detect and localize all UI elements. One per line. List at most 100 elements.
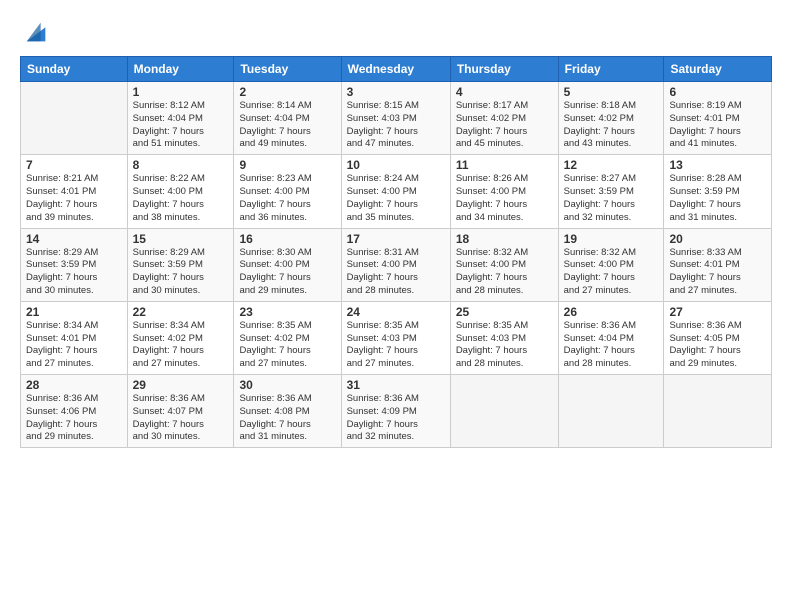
day-number: 19 bbox=[564, 232, 659, 246]
day-info: Sunrise: 8:36 AMSunset: 4:08 PMDaylight:… bbox=[239, 393, 335, 444]
calendar-cell: 1Sunrise: 8:12 AMSunset: 4:04 PMDaylight… bbox=[127, 82, 234, 155]
calendar-header-row: SundayMondayTuesdayWednesdayThursdayFrid… bbox=[21, 57, 772, 82]
day-number: 8 bbox=[133, 158, 229, 172]
calendar-cell: 20Sunrise: 8:33 AMSunset: 4:01 PMDayligh… bbox=[664, 228, 772, 301]
calendar-cell: 15Sunrise: 8:29 AMSunset: 3:59 PMDayligh… bbox=[127, 228, 234, 301]
day-number: 2 bbox=[239, 85, 335, 99]
calendar-cell: 5Sunrise: 8:18 AMSunset: 4:02 PMDaylight… bbox=[558, 82, 664, 155]
calendar-cell: 17Sunrise: 8:31 AMSunset: 4:00 PMDayligh… bbox=[341, 228, 450, 301]
day-number: 5 bbox=[564, 85, 659, 99]
day-info: Sunrise: 8:23 AMSunset: 4:00 PMDaylight:… bbox=[239, 173, 335, 224]
day-info: Sunrise: 8:12 AMSunset: 4:04 PMDaylight:… bbox=[133, 100, 229, 151]
calendar-cell: 14Sunrise: 8:29 AMSunset: 3:59 PMDayligh… bbox=[21, 228, 128, 301]
calendar-cell: 31Sunrise: 8:36 AMSunset: 4:09 PMDayligh… bbox=[341, 375, 450, 448]
day-info: Sunrise: 8:30 AMSunset: 4:00 PMDaylight:… bbox=[239, 247, 335, 298]
day-number: 7 bbox=[26, 158, 122, 172]
day-info: Sunrise: 8:36 AMSunset: 4:05 PMDaylight:… bbox=[669, 320, 766, 371]
day-number: 29 bbox=[133, 378, 229, 392]
day-number: 23 bbox=[239, 305, 335, 319]
calendar-week-row: 21Sunrise: 8:34 AMSunset: 4:01 PMDayligh… bbox=[21, 301, 772, 374]
day-number: 20 bbox=[669, 232, 766, 246]
day-info: Sunrise: 8:35 AMSunset: 4:03 PMDaylight:… bbox=[347, 320, 445, 371]
day-info: Sunrise: 8:15 AMSunset: 4:03 PMDaylight:… bbox=[347, 100, 445, 151]
calendar-cell bbox=[558, 375, 664, 448]
calendar-cell: 19Sunrise: 8:32 AMSunset: 4:00 PMDayligh… bbox=[558, 228, 664, 301]
calendar-cell: 22Sunrise: 8:34 AMSunset: 4:02 PMDayligh… bbox=[127, 301, 234, 374]
calendar-table: SundayMondayTuesdayWednesdayThursdayFrid… bbox=[20, 56, 772, 448]
day-info: Sunrise: 8:24 AMSunset: 4:00 PMDaylight:… bbox=[347, 173, 445, 224]
day-number: 10 bbox=[347, 158, 445, 172]
calendar-cell: 4Sunrise: 8:17 AMSunset: 4:02 PMDaylight… bbox=[450, 82, 558, 155]
day-number: 13 bbox=[669, 158, 766, 172]
day-number: 15 bbox=[133, 232, 229, 246]
day-info: Sunrise: 8:35 AMSunset: 4:03 PMDaylight:… bbox=[456, 320, 553, 371]
calendar-header-wednesday: Wednesday bbox=[341, 57, 450, 82]
day-number: 31 bbox=[347, 378, 445, 392]
calendar-cell: 7Sunrise: 8:21 AMSunset: 4:01 PMDaylight… bbox=[21, 155, 128, 228]
day-number: 24 bbox=[347, 305, 445, 319]
calendar-cell bbox=[664, 375, 772, 448]
day-number: 27 bbox=[669, 305, 766, 319]
calendar-week-row: 28Sunrise: 8:36 AMSunset: 4:06 PMDayligh… bbox=[21, 375, 772, 448]
day-info: Sunrise: 8:18 AMSunset: 4:02 PMDaylight:… bbox=[564, 100, 659, 151]
header bbox=[20, 18, 772, 46]
day-number: 4 bbox=[456, 85, 553, 99]
day-info: Sunrise: 8:34 AMSunset: 4:01 PMDaylight:… bbox=[26, 320, 122, 371]
logo-icon bbox=[22, 18, 50, 46]
day-info: Sunrise: 8:29 AMSunset: 3:59 PMDaylight:… bbox=[26, 247, 122, 298]
day-info: Sunrise: 8:32 AMSunset: 4:00 PMDaylight:… bbox=[456, 247, 553, 298]
calendar-cell: 23Sunrise: 8:35 AMSunset: 4:02 PMDayligh… bbox=[234, 301, 341, 374]
day-info: Sunrise: 8:35 AMSunset: 4:02 PMDaylight:… bbox=[239, 320, 335, 371]
day-info: Sunrise: 8:36 AMSunset: 4:09 PMDaylight:… bbox=[347, 393, 445, 444]
calendar-week-row: 7Sunrise: 8:21 AMSunset: 4:01 PMDaylight… bbox=[21, 155, 772, 228]
calendar-cell: 29Sunrise: 8:36 AMSunset: 4:07 PMDayligh… bbox=[127, 375, 234, 448]
day-number: 26 bbox=[564, 305, 659, 319]
day-number: 25 bbox=[456, 305, 553, 319]
calendar-cell: 27Sunrise: 8:36 AMSunset: 4:05 PMDayligh… bbox=[664, 301, 772, 374]
calendar-header-monday: Monday bbox=[127, 57, 234, 82]
calendar-cell: 24Sunrise: 8:35 AMSunset: 4:03 PMDayligh… bbox=[341, 301, 450, 374]
day-number: 28 bbox=[26, 378, 122, 392]
day-number: 3 bbox=[347, 85, 445, 99]
calendar-cell: 18Sunrise: 8:32 AMSunset: 4:00 PMDayligh… bbox=[450, 228, 558, 301]
day-info: Sunrise: 8:27 AMSunset: 3:59 PMDaylight:… bbox=[564, 173, 659, 224]
day-number: 22 bbox=[133, 305, 229, 319]
day-info: Sunrise: 8:29 AMSunset: 3:59 PMDaylight:… bbox=[133, 247, 229, 298]
day-info: Sunrise: 8:36 AMSunset: 4:07 PMDaylight:… bbox=[133, 393, 229, 444]
calendar-cell: 21Sunrise: 8:34 AMSunset: 4:01 PMDayligh… bbox=[21, 301, 128, 374]
calendar-cell: 10Sunrise: 8:24 AMSunset: 4:00 PMDayligh… bbox=[341, 155, 450, 228]
calendar-week-row: 14Sunrise: 8:29 AMSunset: 3:59 PMDayligh… bbox=[21, 228, 772, 301]
day-number: 6 bbox=[669, 85, 766, 99]
day-number: 11 bbox=[456, 158, 553, 172]
calendar-cell: 6Sunrise: 8:19 AMSunset: 4:01 PMDaylight… bbox=[664, 82, 772, 155]
calendar-header-saturday: Saturday bbox=[664, 57, 772, 82]
day-number: 1 bbox=[133, 85, 229, 99]
calendar-cell: 28Sunrise: 8:36 AMSunset: 4:06 PMDayligh… bbox=[21, 375, 128, 448]
calendar-cell: 16Sunrise: 8:30 AMSunset: 4:00 PMDayligh… bbox=[234, 228, 341, 301]
calendar-header-thursday: Thursday bbox=[450, 57, 558, 82]
day-number: 16 bbox=[239, 232, 335, 246]
day-number: 18 bbox=[456, 232, 553, 246]
calendar-cell: 11Sunrise: 8:26 AMSunset: 4:00 PMDayligh… bbox=[450, 155, 558, 228]
calendar-cell: 8Sunrise: 8:22 AMSunset: 4:00 PMDaylight… bbox=[127, 155, 234, 228]
calendar-cell bbox=[450, 375, 558, 448]
day-info: Sunrise: 8:22 AMSunset: 4:00 PMDaylight:… bbox=[133, 173, 229, 224]
day-number: 21 bbox=[26, 305, 122, 319]
calendar-header-tuesday: Tuesday bbox=[234, 57, 341, 82]
calendar-header-sunday: Sunday bbox=[21, 57, 128, 82]
calendar-cell: 12Sunrise: 8:27 AMSunset: 3:59 PMDayligh… bbox=[558, 155, 664, 228]
day-info: Sunrise: 8:26 AMSunset: 4:00 PMDaylight:… bbox=[456, 173, 553, 224]
logo bbox=[20, 18, 50, 46]
page: SundayMondayTuesdayWednesdayThursdayFrid… bbox=[0, 0, 792, 612]
calendar-cell bbox=[21, 82, 128, 155]
calendar-cell: 9Sunrise: 8:23 AMSunset: 4:00 PMDaylight… bbox=[234, 155, 341, 228]
calendar-cell: 13Sunrise: 8:28 AMSunset: 3:59 PMDayligh… bbox=[664, 155, 772, 228]
day-info: Sunrise: 8:36 AMSunset: 4:06 PMDaylight:… bbox=[26, 393, 122, 444]
calendar-cell: 2Sunrise: 8:14 AMSunset: 4:04 PMDaylight… bbox=[234, 82, 341, 155]
calendar-cell: 30Sunrise: 8:36 AMSunset: 4:08 PMDayligh… bbox=[234, 375, 341, 448]
day-info: Sunrise: 8:33 AMSunset: 4:01 PMDaylight:… bbox=[669, 247, 766, 298]
calendar-header-friday: Friday bbox=[558, 57, 664, 82]
day-info: Sunrise: 8:36 AMSunset: 4:04 PMDaylight:… bbox=[564, 320, 659, 371]
day-info: Sunrise: 8:31 AMSunset: 4:00 PMDaylight:… bbox=[347, 247, 445, 298]
calendar-cell: 26Sunrise: 8:36 AMSunset: 4:04 PMDayligh… bbox=[558, 301, 664, 374]
